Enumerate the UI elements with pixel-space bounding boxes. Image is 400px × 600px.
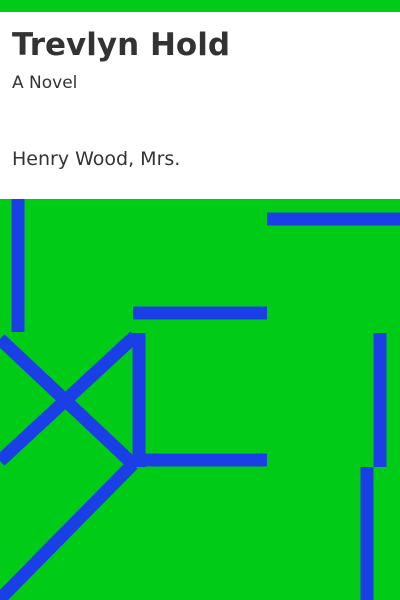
title-panel: Trevlyn Hold A Novel Henry Wood, Mrs.	[0, 12, 400, 199]
art-line	[0, 459, 138, 600]
cover-art-lines	[0, 199, 400, 600]
book-author: Henry Wood, Mrs.	[12, 148, 181, 170]
cover-art	[0, 199, 400, 600]
book-cover: Trevlyn Hold A Novel Henry Wood, Mrs.	[0, 0, 400, 600]
book-subtitle: A Novel	[12, 73, 78, 93]
book-title: Trevlyn Hold	[12, 27, 231, 63]
